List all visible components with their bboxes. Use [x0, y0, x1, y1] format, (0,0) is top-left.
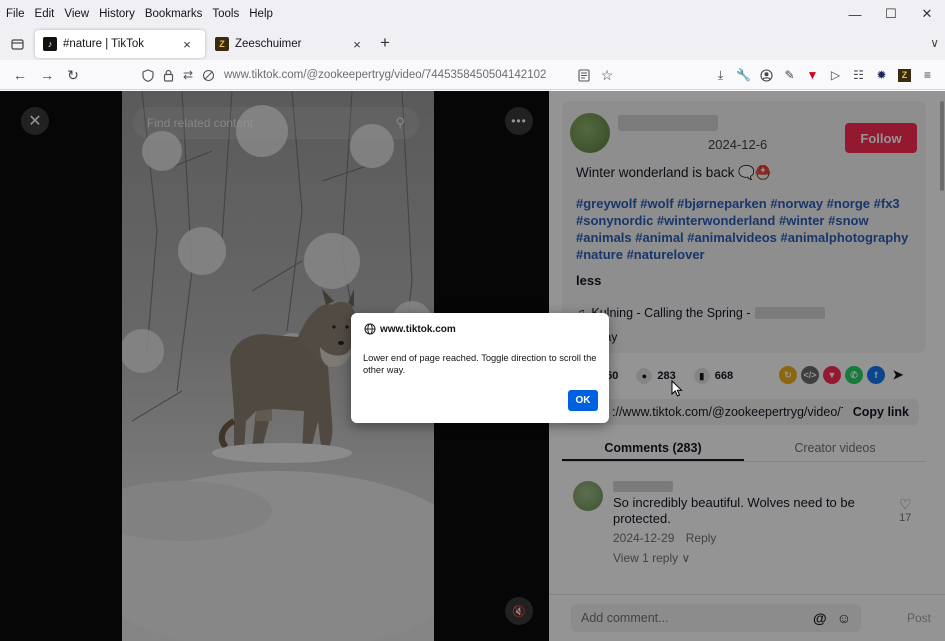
dialog-origin: www.tiktok.com	[380, 323, 456, 335]
url-bar[interactable]: ⇄ www.tiktok.com/@zookeepertryg/video/74…	[140, 63, 630, 87]
extensions-icon[interactable]: ✎	[778, 64, 801, 86]
minimize-button[interactable]: —	[837, 0, 873, 28]
tab-bar: ♪ #nature | TikTok × Z Zeeschuimer × + ∨	[0, 28, 945, 60]
menu-history[interactable]: History	[94, 8, 140, 20]
close-window-button[interactable]: ✕	[909, 0, 945, 28]
close-tab-icon[interactable]: ×	[349, 37, 365, 52]
window-controls: — ☐ ✕	[837, 0, 945, 28]
tag-icon[interactable]: ▷	[824, 64, 847, 86]
tab-title: Zeeschuimer	[235, 38, 302, 50]
new-tab-button[interactable]: +	[380, 34, 390, 52]
tab-title: #nature | TikTok	[63, 38, 144, 50]
menu-bar: File Edit View History Bookmarks Tools H…	[0, 0, 945, 28]
tab-list-icon[interactable]	[8, 35, 26, 53]
bookmark-star-icon[interactable]: ☆	[597, 65, 617, 85]
menu-help[interactable]: Help	[244, 8, 278, 20]
reload-icon[interactable]: ↻	[63, 65, 83, 85]
ublock-icon[interactable]: ▼	[801, 64, 824, 86]
library-icon[interactable]: ☷	[847, 64, 870, 86]
url-text[interactable]: www.tiktok.com/@zookeepertryg/video/7445…	[224, 69, 546, 81]
shield-icon[interactable]	[140, 68, 156, 82]
downloads-icon[interactable]: ⤓	[709, 64, 732, 86]
list-all-tabs-icon[interactable]: ∨	[930, 36, 939, 50]
nav-bar: ← → ↻ ⇄ www.tiktok.com/@zookeepertryg/vi…	[0, 60, 945, 90]
menu-tools[interactable]: Tools	[207, 8, 244, 20]
menu-bookmarks[interactable]: Bookmarks	[140, 8, 208, 20]
tiktok-icon: ♪	[43, 37, 57, 51]
toolbar-icons: ⤓ 🔧 ✎ ▼ ▷ ☷ ✹ Z ≡	[709, 64, 939, 86]
alert-dialog: www.tiktok.com Lower end of page reached…	[351, 313, 609, 423]
menu-edit[interactable]: Edit	[30, 8, 60, 20]
tracking-blocked-icon[interactable]	[200, 69, 216, 82]
menu-view[interactable]: View	[59, 8, 94, 20]
account-icon[interactable]	[755, 64, 778, 86]
zeeschuimer-icon: Z	[215, 37, 229, 51]
tab-tiktok[interactable]: ♪ #nature | TikTok ×	[35, 30, 205, 58]
close-tab-icon[interactable]: ×	[179, 37, 195, 52]
back-icon[interactable]: ←	[10, 65, 30, 85]
ok-button[interactable]: OK	[568, 390, 598, 411]
maximize-button[interactable]: ☐	[873, 0, 909, 28]
lock-icon[interactable]	[160, 69, 176, 82]
dialog-header: www.tiktok.com	[364, 323, 456, 335]
mouse-cursor-icon	[671, 380, 683, 397]
gear-dark-icon[interactable]: ✹	[870, 64, 893, 86]
globe-icon	[364, 323, 376, 335]
tab-zeeschuimer[interactable]: Z Zeeschuimer ×	[207, 30, 375, 58]
wrench-icon[interactable]: 🔧	[732, 64, 755, 86]
menu-file[interactable]: File	[0, 8, 30, 20]
hamburger-menu-icon[interactable]: ≡	[916, 64, 939, 86]
dialog-message: Lower end of page reached. Toggle direct…	[363, 353, 597, 375]
zeeschuimer-toolbar-icon[interactable]: Z	[893, 64, 916, 86]
permissions-icon[interactable]: ⇄	[180, 68, 196, 82]
forward-icon[interactable]: →	[37, 65, 57, 85]
reader-view-icon[interactable]	[574, 65, 594, 85]
